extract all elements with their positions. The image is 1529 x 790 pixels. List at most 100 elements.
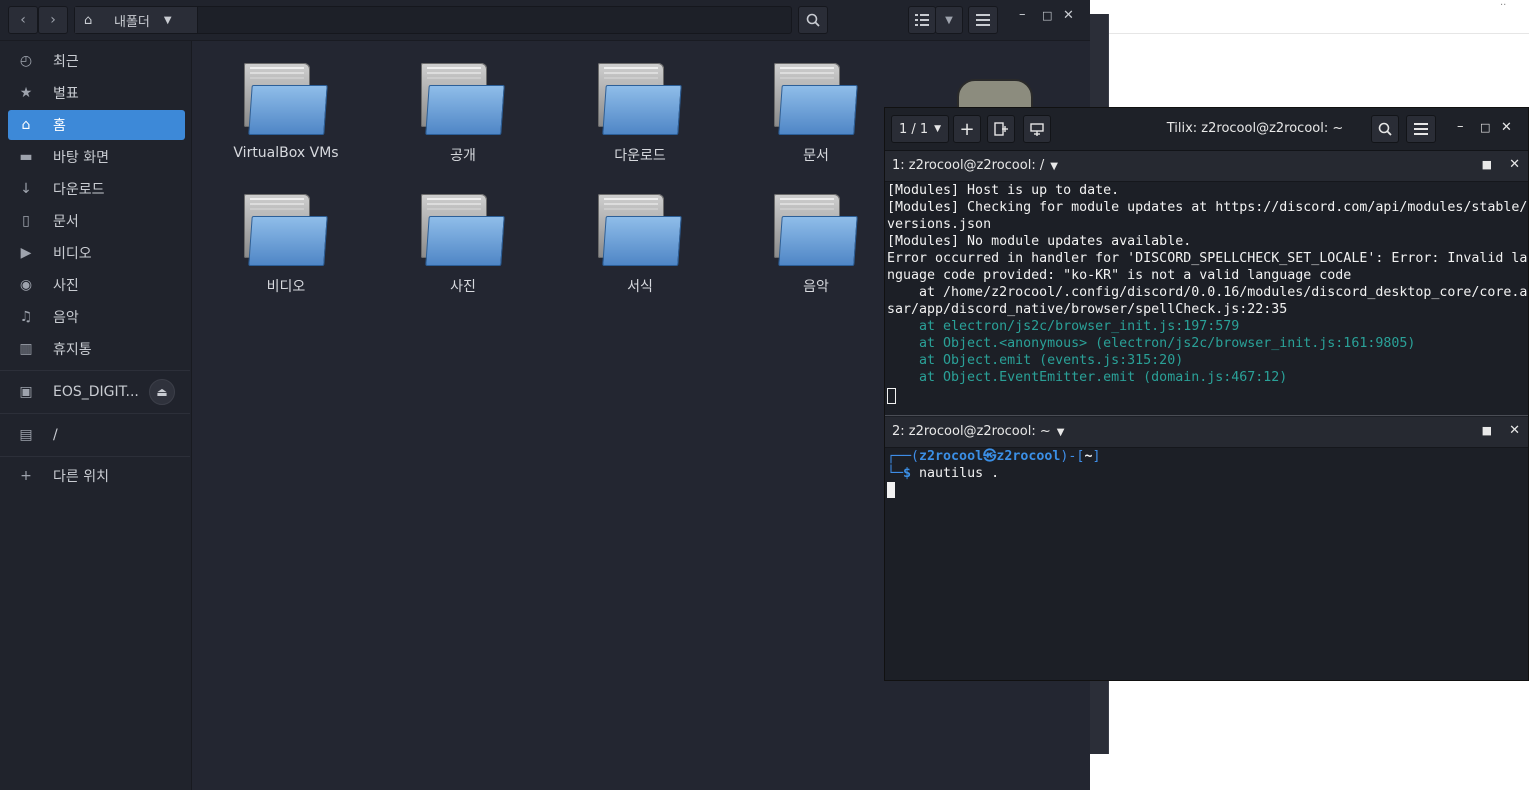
forward-button[interactable]: › — [38, 6, 68, 34]
folder-documents[interactable]: 문서 — [741, 41, 891, 164]
stack-line: at Object.EventEmitter.emit (domain.js:4… — [887, 370, 1288, 385]
download-icon: ↓ — [20, 181, 32, 197]
sidebar-item-trash[interactable]: ▥ 휴지통 — [8, 334, 185, 364]
sidebar-item-eos-digital[interactable]: ▣ EOS_DIGIT... ⏏ — [8, 377, 185, 407]
pane1-output[interactable]: [Modules] Host is up to date. [Modules] … — [885, 182, 1528, 414]
sidebar-item-root[interactable]: ▤ / — [8, 420, 185, 450]
clock-icon: ◴ — [19, 53, 33, 69]
add-right-button[interactable] — [987, 115, 1015, 143]
computer-icon: ▤ — [19, 427, 33, 443]
path-bar[interactable]: ⌂ 내폴더 ▼ — [74, 6, 792, 34]
pane-divider[interactable] — [885, 415, 1528, 416]
maximize-button[interactable]: □ — [1042, 9, 1052, 22]
output-line: [Modules] Checking for module updates at… — [887, 200, 1528, 215]
chevron-down-icon: ▼ — [934, 124, 942, 134]
prompt-bracket: └─ — [887, 466, 904, 481]
prompt-at: ㉿ — [983, 449, 997, 464]
split-right-icon — [994, 122, 1008, 136]
folder-name: 문서 — [803, 148, 829, 164]
sidebar-item-desktop[interactable]: ▬ 바탕 화면 — [8, 142, 185, 172]
folder-name: 서식 — [627, 279, 653, 295]
folder-icon — [774, 63, 858, 135]
plus-icon: + — [20, 468, 32, 484]
sidebar-item-videos[interactable]: ▶ 비디오 — [8, 238, 185, 268]
pane2-close-button[interactable]: ✕ — [1509, 423, 1520, 438]
folder-icon — [244, 63, 328, 135]
pane2-title: 2: z2rocool@z2rocool: ~ — [892, 424, 1051, 439]
folder-music[interactable]: 음악 — [741, 172, 891, 295]
output-line: [Modules] Host is up to date. — [887, 183, 1120, 198]
folder-icon — [598, 63, 682, 135]
folder-downloads[interactable]: 다운로드 — [565, 41, 715, 164]
back-button[interactable]: ‹ — [8, 6, 38, 34]
menu-button[interactable] — [968, 6, 998, 34]
terminal-maximize-button[interactable]: □ — [1480, 121, 1490, 134]
file-manager-headerbar: ‹ › ⌂ 내폴더 ▼ ▼ – □ ✕ — [0, 0, 1090, 41]
session-switcher[interactable]: 1 / 1 ▼ — [891, 115, 949, 143]
path-label: 내폴더 — [114, 14, 150, 30]
sidebar-item-recent[interactable]: ◴ 최근 — [8, 46, 185, 76]
folder-icon — [421, 194, 505, 266]
close-button[interactable]: ✕ — [1063, 8, 1074, 23]
folder-name: 공개 — [450, 148, 476, 164]
folder-pictures[interactable]: 사진 — [388, 172, 538, 295]
add-terminal-button[interactable]: + — [953, 115, 981, 143]
sidebar-separator — [0, 456, 190, 457]
chevron-left-icon: ‹ — [20, 12, 26, 28]
cursor-line — [885, 482, 1528, 499]
sidebar-item-other-locations[interactable]: + 다른 위치 — [8, 461, 185, 491]
pane2-output[interactable]: ┌──(z2rocool㉿z2rocool)-[~] └─$ nautilus … — [885, 448, 1528, 680]
pane1-header[interactable]: 1: z2rocool@z2rocool: / ▼ ■ ✕ — [885, 151, 1528, 182]
folder-public[interactable]: 공개 — [388, 41, 538, 164]
home-icon: ⌂ — [84, 12, 93, 28]
search-icon — [1378, 122, 1392, 136]
sidebar-item-label: 홈 — [53, 118, 66, 134]
sidebar-item-downloads[interactable]: ↓ 다운로드 — [8, 174, 185, 204]
folder-icon — [244, 194, 328, 266]
sidebar-item-home[interactable]: ⌂ 홈 — [8, 110, 185, 140]
output-line: Error occurred in handler for 'DISCORD_S… — [887, 251, 1528, 266]
folder-icon — [421, 63, 505, 135]
sidebar-item-label: 음악 — [53, 310, 79, 326]
pane2-maximize-button[interactable]: ■ — [1482, 424, 1492, 437]
add-down-button[interactable] — [1023, 115, 1051, 143]
eject-icon: ⏏ — [156, 385, 168, 399]
folder-virtualbox-vms[interactable]: VirtualBox VMs — [211, 41, 361, 161]
sidebar-separator — [0, 370, 190, 371]
sidebar-item-label: 사진 — [53, 278, 79, 294]
folder-icon: ▬ — [19, 149, 33, 165]
terminal-menu-button[interactable] — [1406, 115, 1436, 143]
sidebar-item-starred[interactable]: ★ 별표 — [8, 78, 185, 108]
terminal-close-button[interactable]: ✕ — [1501, 120, 1512, 135]
folder-icon — [774, 194, 858, 266]
output-line: sar/app/discord_native/browser/spellChec… — [887, 302, 1288, 317]
path-home-button[interactable]: ⌂ 내폴더 ▼ — [75, 7, 198, 33]
sidebar-item-label: 휴지통 — [53, 342, 92, 358]
sidebar-item-documents[interactable]: ▯ 문서 — [8, 206, 185, 236]
session-counter: 1 / 1 — [898, 121, 929, 137]
terminal-search-button[interactable] — [1371, 115, 1399, 143]
pane1-close-button[interactable]: ✕ — [1509, 157, 1520, 172]
minimize-button[interactable]: – — [1019, 7, 1026, 22]
hamburger-icon — [1414, 123, 1428, 135]
view-options-button[interactable]: ▼ — [935, 6, 963, 34]
home-icon: ⌂ — [21, 117, 31, 133]
pane1-maximize-button[interactable]: ■ — [1482, 158, 1492, 171]
search-button[interactable] — [798, 6, 828, 34]
sidebar-item-pictures[interactable]: ◉ 사진 — [8, 270, 185, 300]
stack-line: at electron/js2c/browser_init.js:197:579 — [887, 319, 1240, 334]
prompt-user: z2rocool — [919, 449, 984, 464]
output-line: [Modules] No module updates available. — [887, 234, 1192, 249]
prompt-line-2: └─$ nautilus . — [885, 465, 1528, 482]
search-icon — [806, 13, 820, 27]
eject-button[interactable]: ⏏ — [149, 379, 175, 405]
prompt-bracket: ] — [1092, 449, 1101, 464]
folder-videos[interactable]: 비디오 — [211, 172, 361, 295]
pane2-header[interactable]: 2: z2rocool@z2rocool: ~ ▼ ■ ✕ — [885, 417, 1528, 448]
chevron-down-icon: ▼ — [945, 14, 953, 26]
view-list-button[interactable] — [908, 6, 936, 34]
folder-templates[interactable]: 서식 — [565, 172, 715, 295]
sidebar-item-music[interactable]: ♫ 음악 — [8, 302, 185, 332]
folder-icon — [598, 194, 682, 266]
terminal-minimize-button[interactable]: – — [1457, 119, 1464, 134]
